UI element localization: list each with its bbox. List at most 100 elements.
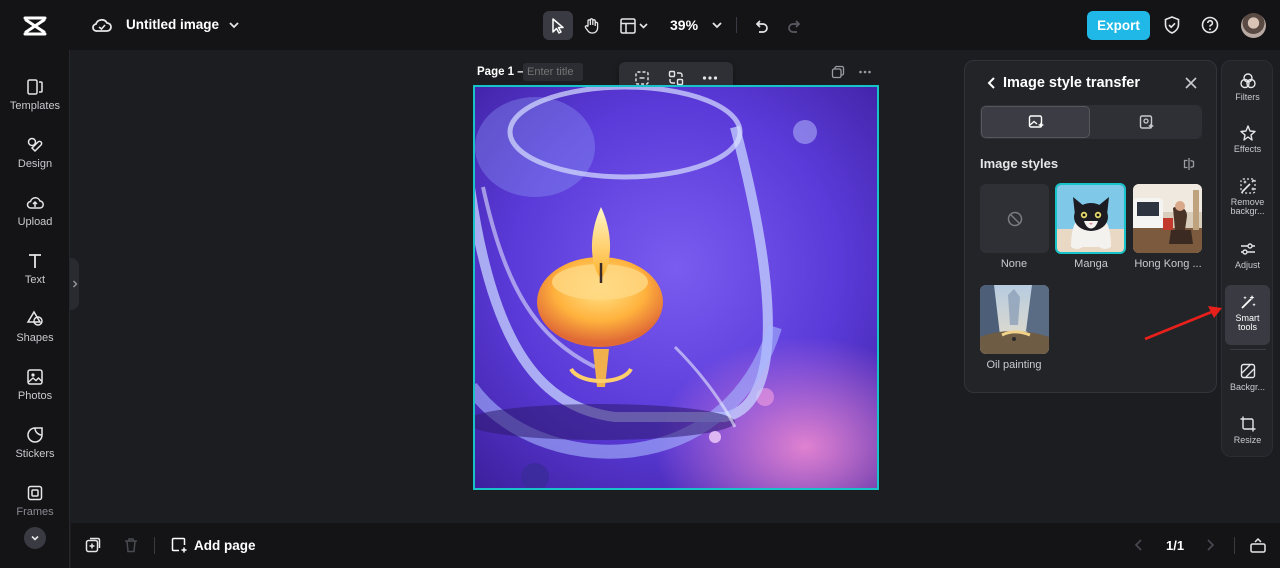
add-page-copy-button[interactable] bbox=[84, 536, 102, 554]
page-indicator: 1/1 bbox=[1166, 538, 1185, 553]
rail-item-label: Adjust bbox=[1234, 260, 1260, 270]
page-panel-toggle-button[interactable] bbox=[1249, 536, 1267, 554]
hong-kong-thumbnail bbox=[1133, 184, 1202, 253]
help-button[interactable] bbox=[1199, 14, 1221, 36]
image-sparkle-icon bbox=[1028, 115, 1044, 128]
rail-item-background[interactable]: Backgr... bbox=[1225, 362, 1270, 392]
hand-tool-button[interactable] bbox=[577, 11, 607, 40]
annotation-arrow-icon bbox=[1144, 306, 1222, 341]
page-title-input[interactable] bbox=[523, 63, 583, 81]
top-bar: Untitled image 39% Export bbox=[0, 0, 1280, 50]
style-option-none[interactable] bbox=[980, 184, 1049, 253]
style-option-label: Manga bbox=[1074, 258, 1108, 270]
templates-icon bbox=[27, 79, 43, 95]
rail-item-filters[interactable]: Filters bbox=[1225, 72, 1270, 102]
rail-item-label: Smart tools bbox=[1235, 313, 1260, 332]
rail-item-remove-background[interactable]: Remove backgr... bbox=[1225, 177, 1270, 216]
divider bbox=[154, 537, 155, 554]
sidebar-item-stickers[interactable]: Stickers bbox=[0, 425, 70, 475]
user-avatar[interactable] bbox=[1241, 13, 1266, 38]
zoom-level[interactable]: 39% bbox=[670, 17, 698, 33]
upload-icon bbox=[26, 197, 44, 209]
close-icon[interactable] bbox=[1184, 76, 1198, 90]
sidebar-item-photos[interactable]: Photos bbox=[0, 367, 70, 417]
sidebar-item-label: Frames bbox=[16, 506, 54, 518]
sidebar-item-shapes[interactable]: Shapes bbox=[0, 309, 70, 359]
chevron-down-icon[interactable] bbox=[710, 18, 724, 32]
next-page-button[interactable] bbox=[1201, 536, 1219, 554]
select-tool-button[interactable] bbox=[543, 11, 573, 40]
panel-up-icon bbox=[1250, 537, 1266, 553]
undo-button[interactable] bbox=[746, 11, 776, 40]
duplicate-page-button[interactable] bbox=[830, 65, 846, 79]
redo-button[interactable] bbox=[780, 11, 810, 40]
shield-button[interactable] bbox=[1161, 14, 1183, 36]
divider bbox=[736, 17, 737, 33]
more-horizontal-icon bbox=[859, 70, 871, 74]
canvas-page[interactable] bbox=[473, 85, 879, 490]
delete-page-button[interactable] bbox=[122, 536, 140, 554]
rail-divider bbox=[1230, 349, 1266, 350]
shield-check-icon bbox=[1164, 16, 1180, 34]
section-label: Image styles bbox=[980, 156, 1059, 171]
sidebar-more-button[interactable] bbox=[24, 527, 46, 549]
style-option-hong-kong[interactable] bbox=[1133, 184, 1202, 253]
shapes-icon bbox=[26, 310, 43, 326]
redo-icon bbox=[788, 19, 801, 33]
rail-item-adjust[interactable]: Adjust bbox=[1225, 240, 1270, 270]
page-more-button[interactable] bbox=[857, 65, 873, 79]
chevron-right-icon bbox=[1207, 539, 1215, 551]
style-option-manga[interactable] bbox=[1055, 183, 1126, 254]
capcut-logo-icon[interactable] bbox=[22, 13, 48, 39]
add-page-label: Add page bbox=[194, 538, 256, 553]
mode-segmented-control bbox=[980, 105, 1202, 139]
none-icon bbox=[1007, 211, 1022, 226]
cursor-icon bbox=[552, 17, 564, 34]
frames-icon bbox=[27, 485, 43, 501]
candle-image[interactable] bbox=[475, 87, 877, 488]
image-edit-icon bbox=[1139, 115, 1154, 129]
right-rail: Filters Effects Remove backgr... Adjust bbox=[1221, 60, 1273, 457]
cloud-save-icon[interactable] bbox=[91, 15, 113, 35]
export-button[interactable]: Export bbox=[1087, 11, 1150, 40]
smart-tools-icon bbox=[1240, 295, 1256, 309]
sidebar-collapse-handle[interactable] bbox=[70, 258, 79, 310]
sidebar-item-upload[interactable]: Upload bbox=[0, 193, 70, 243]
add-page-button[interactable]: Add page bbox=[171, 537, 256, 554]
page-label: Page 1 – bbox=[477, 66, 524, 78]
rail-item-label: Backgr... bbox=[1229, 382, 1265, 392]
image-style-mode-tab[interactable] bbox=[981, 106, 1090, 138]
previous-page-button[interactable] bbox=[1130, 536, 1148, 554]
sidebar-item-frames[interactable]: Frames bbox=[0, 483, 70, 533]
sidebar-item-label: Templates bbox=[9, 100, 61, 112]
rail-item-effects[interactable]: Effects bbox=[1225, 124, 1270, 154]
sidebar-item-templates[interactable]: Templates bbox=[0, 77, 70, 127]
text-icon bbox=[29, 254, 41, 268]
design-icon bbox=[27, 137, 43, 153]
compare-icon[interactable] bbox=[1182, 157, 1196, 171]
style-option-label: Hong Kong ... bbox=[1134, 258, 1202, 270]
stickers-icon bbox=[27, 427, 43, 443]
resize-icon bbox=[1240, 416, 1255, 432]
effects-icon bbox=[1239, 125, 1256, 141]
panel-title: Image style transfer bbox=[1003, 75, 1141, 91]
sidebar-item-design[interactable]: Design bbox=[0, 135, 70, 185]
chevron-down-icon[interactable] bbox=[227, 18, 241, 32]
oil-painting-thumbnail bbox=[980, 285, 1049, 354]
sidebar-item-label: Design bbox=[17, 158, 53, 170]
rail-item-resize[interactable]: Resize bbox=[1225, 415, 1270, 445]
sidebar-item-label: Photos bbox=[17, 390, 53, 402]
back-arrow-icon[interactable] bbox=[985, 75, 999, 91]
rail-item-label: Effects bbox=[1233, 144, 1262, 154]
style-option-label: Oil painting bbox=[986, 359, 1042, 371]
sidebar-item-text[interactable]: Text bbox=[0, 251, 70, 301]
layout-dropdown-button[interactable] bbox=[614, 11, 654, 40]
image-reference-mode-tab[interactable] bbox=[1092, 106, 1201, 138]
left-sidebar: Templates Design Upload Text Shapes Phot… bbox=[0, 50, 70, 568]
style-option-oil-painting[interactable] bbox=[980, 285, 1049, 354]
undo-icon bbox=[755, 19, 768, 33]
rail-item-smart-tools[interactable]: Smart tools bbox=[1225, 285, 1270, 345]
rail-item-label: Remove backgr... bbox=[1230, 197, 1265, 216]
sidebar-item-label: Text bbox=[24, 274, 46, 286]
document-title[interactable]: Untitled image bbox=[126, 17, 219, 32]
